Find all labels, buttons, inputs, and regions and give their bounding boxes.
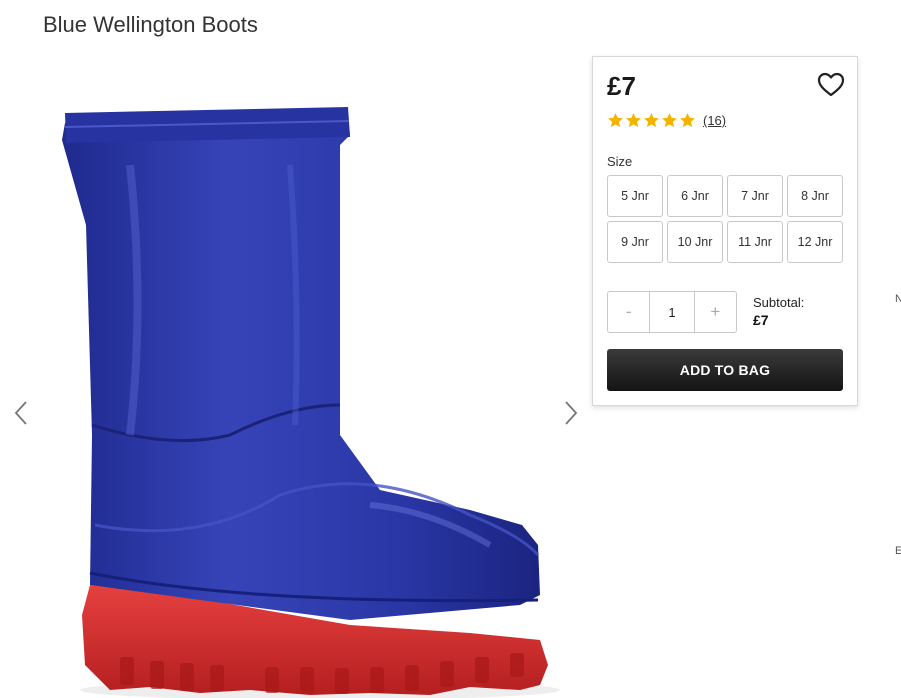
subtotal-label: Subtotal: bbox=[753, 295, 805, 310]
size-option[interactable]: 9 Jnr bbox=[607, 221, 663, 263]
subtotal-value: £7 bbox=[753, 312, 769, 328]
size-selector: 5 Jnr 6 Jnr 7 Jnr 8 Jnr 9 Jnr 10 Jnr 11 … bbox=[607, 175, 845, 263]
offscreen-text-top: N bbox=[895, 293, 901, 305]
offscreen-text-bottom: E bbox=[895, 545, 901, 557]
product-rating: (16) bbox=[607, 112, 726, 129]
size-option[interactable]: 6 Jnr bbox=[667, 175, 723, 217]
size-option[interactable]: 11 Jnr bbox=[727, 221, 783, 263]
star-icon bbox=[644, 113, 659, 128]
quantity-decrement-button[interactable]: - bbox=[608, 292, 649, 332]
review-count-link[interactable]: (16) bbox=[703, 113, 726, 128]
size-label: Size bbox=[607, 154, 633, 169]
star-icon bbox=[662, 113, 677, 128]
quantity-stepper: - 1 + bbox=[607, 291, 737, 333]
product-image bbox=[62, 107, 560, 698]
product-page: Blue Wellington Boots £7 (16) Size 5 Jnr… bbox=[0, 0, 901, 698]
chevron-left-icon bbox=[14, 401, 27, 425]
quantity-increment-button[interactable]: + bbox=[695, 292, 736, 332]
star-icon bbox=[680, 113, 695, 128]
rating-stars bbox=[607, 112, 697, 129]
star-icon bbox=[608, 113, 623, 128]
size-option[interactable]: 8 Jnr bbox=[787, 175, 843, 217]
product-title: Blue Wellington Boots bbox=[43, 12, 258, 37]
size-option[interactable]: 5 Jnr bbox=[607, 175, 663, 217]
gallery-next-button[interactable] bbox=[558, 398, 582, 428]
add-to-bag-button[interactable]: ADD TO BAG bbox=[607, 349, 843, 391]
subtotal: Subtotal: £7 bbox=[753, 295, 804, 328]
gallery-prev-button[interactable] bbox=[10, 398, 34, 428]
product-price: £7 bbox=[607, 71, 636, 101]
purchase-panel: £7 (16) Size 5 Jnr 6 Jnr 7 Jnr 8 Jnr 9 J… bbox=[592, 56, 858, 406]
size-option[interactable]: 10 Jnr bbox=[667, 221, 723, 263]
quantity-input[interactable]: 1 bbox=[649, 292, 695, 332]
star-icon bbox=[626, 113, 641, 128]
size-option[interactable]: 7 Jnr bbox=[727, 175, 783, 217]
heart-icon[interactable] bbox=[817, 72, 845, 98]
chevron-right-icon bbox=[565, 401, 578, 425]
size-option[interactable]: 12 Jnr bbox=[787, 221, 843, 263]
